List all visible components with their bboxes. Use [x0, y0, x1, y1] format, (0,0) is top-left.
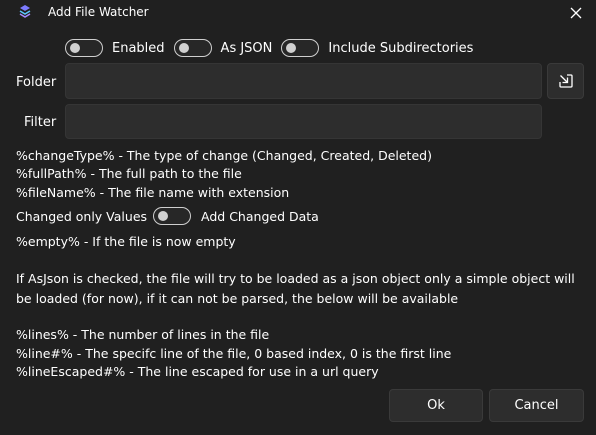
add-changed-data-label: Add Changed Data [201, 208, 319, 224]
as-json-toggle[interactable] [173, 39, 212, 57]
close-button[interactable] [560, 0, 592, 26]
help-lines: %lines% - The number of lines in the fil… [16, 327, 270, 342]
enabled-toggle[interactable] [65, 39, 103, 57]
as-json-label: As JSON [220, 40, 273, 56]
close-icon [570, 7, 582, 19]
cancel-button[interactable]: Cancel [489, 389, 584, 422]
folder-label: Folder [16, 75, 57, 90]
filter-input[interactable] [65, 104, 542, 139]
ok-button[interactable]: Ok [389, 389, 483, 422]
filter-label: Filter [24, 115, 57, 130]
changed-only-values-toggle[interactable] [153, 207, 192, 225]
enabled-label: Enabled [112, 40, 165, 56]
browse-folder-icon [558, 74, 573, 88]
help-file-name: %fileName% - The file name with extensio… [16, 185, 290, 200]
help-full-path: %fullPath% - The full path to the file [16, 166, 242, 181]
help-change-type: %changeType% - The type of change (Chang… [16, 148, 432, 163]
options-row: Enabled As JSON Include Subdirectories [65, 38, 482, 58]
include-subdirectories-label: Include Subdirectories [328, 40, 474, 56]
include-subdirectories-toggle[interactable] [281, 39, 320, 57]
changed-only-values-row: Changed only Values Add Changed Data [16, 206, 319, 226]
changed-only-values-label: Changed only Values [16, 208, 148, 224]
help-line-escaped: %lineEscaped#% - The line escaped for us… [16, 364, 379, 379]
folder-input[interactable] [65, 63, 542, 99]
toggle-knob [158, 211, 169, 221]
toggle-knob [286, 43, 297, 53]
toggle-knob [70, 43, 80, 53]
browse-folder-button[interactable] [547, 63, 584, 99]
help-empty: %empty% - If the file is now empty [16, 234, 236, 249]
help-line-n: %line#% - The specifc line of the file, … [16, 346, 452, 361]
app-logo-icon [17, 4, 33, 20]
toggle-knob [178, 43, 189, 53]
help-as-json-note: If AsJson is checked, the file will try … [16, 271, 575, 306]
title-bar: Add File Watcher [0, 0, 596, 26]
window-title: Add File Watcher [48, 5, 149, 19]
